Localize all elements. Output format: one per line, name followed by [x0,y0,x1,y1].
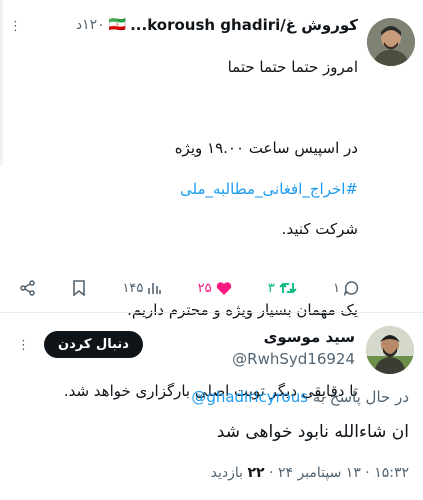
tweet-line: شرکت کنید. [281,220,358,238]
like-button[interactable]: ۲۵ [198,281,232,296]
hashtag-link[interactable]: #اخراج_افغانی_مطالبه_ملی [18,179,358,199]
tweet-line: در اسپیس ساعت ۱۹.۰۰ ویژه [174,139,358,157]
replying-to-label: در حال پاسخ به [312,388,409,406]
follow-button[interactable]: دنبال کردن [44,331,143,358]
reply-views-count: ۲۲ [247,465,265,481]
share-icon [20,280,35,296]
author-avatar[interactable] [367,18,415,66]
retweet-icon [279,282,297,294]
reply-author-handle[interactable]: @RwhSyd16924 [232,350,355,368]
tweet-line: امروز حتما حتما حتما [227,58,358,77]
author-avatar-image [367,18,415,66]
views-count: ۱۴۵ [122,280,144,296]
reply-author-avatar[interactable] [366,326,414,374]
reply-author-name[interactable]: سید موسوی [264,328,355,346]
tweet-divider [0,312,423,313]
replying-to-handle[interactable]: @ghadiricyrous [191,388,308,406]
reply-avatar-image [366,326,414,374]
views-button[interactable]: ۱۴۵ [122,280,162,296]
share-button[interactable] [20,280,36,296]
more-options-icon[interactable]: ⋮ [9,19,22,34]
replying-to: در حال پاسخ به @ghadiricyrous [191,388,409,406]
reply-icon [343,281,359,296]
reply-button[interactable]: ۱ [333,280,360,296]
reply-timestamp[interactable]: ۱۵:۳۲ · ۱۳ سپتامبر ۲۴ · [269,465,409,481]
reply-views-label: بازدید [210,465,244,481]
heart-icon [216,281,231,295]
bookmark-icon [73,280,86,296]
author-name[interactable]: کوروش غ/koroush ghadiri... [130,16,358,34]
reply-count: ۱ [333,280,340,296]
retweet-button[interactable]: ۳ [268,281,297,296]
tweet-time[interactable]: ۱۲۰د [76,17,105,33]
tweet-header: کوروش غ/koroush ghadiri... 🇮🇷 ۱۲۰د [76,16,358,34]
tweet-line: یک مهمان بسیار ویژه و محترم داریم. [127,300,358,319]
bookmark-button[interactable] [72,280,86,296]
flag-icon: 🇮🇷 [108,17,127,33]
reply-text: ان شاءالله نابود خواهی شد [216,422,409,442]
reply-meta: ۱۵:۳۲ · ۱۳ سپتامبر ۲۴ · ۲۲ بازدید [211,465,409,481]
like-count: ۲۵ [197,280,212,296]
reply-more-options-icon[interactable]: ⋮ [17,338,30,353]
retweet-count: ۳ [267,280,275,296]
thread-edge [0,0,3,165]
views-icon [148,283,162,294]
tweet-actions: ۱۴۵ ۲۵ ۳ ۱ [20,280,360,296]
